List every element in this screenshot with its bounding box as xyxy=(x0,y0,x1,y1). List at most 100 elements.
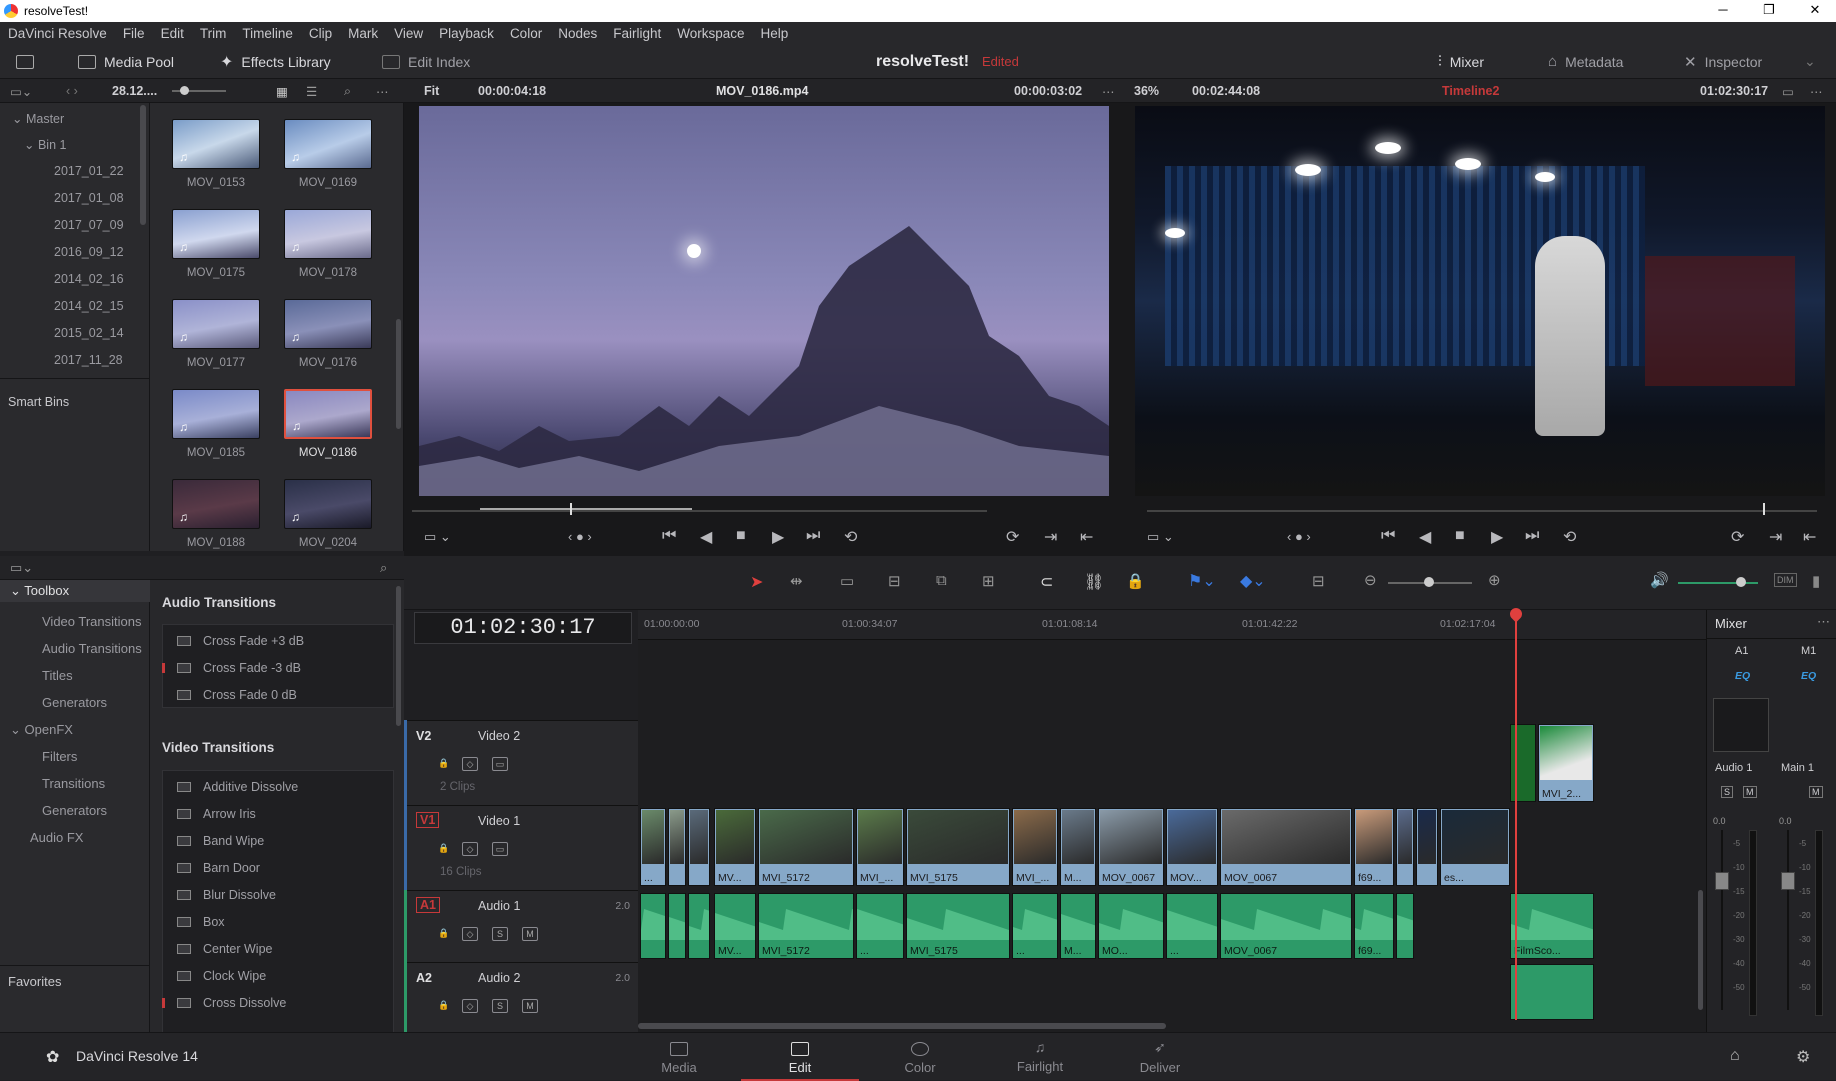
source-frame[interactable] xyxy=(419,106,1109,496)
video-clip[interactable]: MVI_5175 xyxy=(906,808,1010,886)
audio-clip[interactable]: ... xyxy=(1012,893,1058,959)
inspector-button[interactable]: ✕ Inspector xyxy=(1684,44,1762,79)
mark-in-icon[interactable]: ⇥ xyxy=(1044,527,1057,547)
marker-icon[interactable]: ◆⌄ xyxy=(1240,571,1266,591)
track-name[interactable]: Video 2 xyxy=(478,729,520,743)
video-clip[interactable] xyxy=(1510,724,1536,802)
bin-date-4[interactable]: 2014_02_16 xyxy=(54,272,124,286)
media-pool-button[interactable]: Media Pool xyxy=(78,44,174,79)
clip-thumbnail[interactable]: ♫ xyxy=(172,119,260,169)
lock-icon[interactable]: 🔒 xyxy=(436,757,452,771)
search-icon[interactable]: ⌕ xyxy=(344,84,351,99)
stop-icon[interactable]: ■ xyxy=(1455,527,1465,545)
selected-clip-thumbnail[interactable]: ♫ xyxy=(284,389,372,439)
main1-fader[interactable] xyxy=(1781,872,1795,890)
transition-item[interactable]: Barn Door xyxy=(163,854,395,881)
mark-out-icon[interactable]: ⇤ xyxy=(1080,527,1093,547)
track-name[interactable]: Video 1 xyxy=(478,814,520,828)
tree-generators[interactable]: Generators xyxy=(42,695,107,710)
menu-nodes[interactable]: Nodes xyxy=(550,26,605,41)
mark-in-icon[interactable]: ⇥ xyxy=(1769,527,1782,547)
transition-item[interactable]: Cross Fade +3 dB xyxy=(163,627,395,654)
tree-openfx[interactable]: ⌄ OpenFX xyxy=(10,722,73,738)
mark-out-icon[interactable]: ⇤ xyxy=(1803,527,1816,547)
track-name[interactable]: Audio 1 xyxy=(478,899,520,913)
source-zoom[interactable]: Fit xyxy=(424,84,439,98)
bin-date-5[interactable]: 2014_02_15 xyxy=(54,299,124,313)
replace-clip-icon[interactable]: ⊞ xyxy=(982,572,995,590)
menu-clip[interactable]: Clip xyxy=(301,26,340,41)
jog-icon[interactable]: ‹ ● › xyxy=(1287,529,1311,544)
list-view-icon[interactable]: ☰ xyxy=(306,84,317,99)
mixer-solo-button[interactable]: S xyxy=(1721,786,1734,798)
eq-button[interactable]: EQ xyxy=(1801,670,1816,682)
menu-edit[interactable]: Edit xyxy=(153,26,192,41)
source-playhead[interactable] xyxy=(570,503,572,515)
tree-transitions[interactable]: Transitions xyxy=(42,776,105,791)
match-frame-icon[interactable]: ⟳ xyxy=(1731,527,1744,547)
viewer-options-icon[interactable]: ▭ ⌄ xyxy=(1147,529,1174,545)
track-header-v2[interactable]: V2 Video 2 🔒 ◇ ▭ 2 Clips xyxy=(404,720,638,805)
audio-clip[interactable] xyxy=(1510,964,1594,1020)
video-clip[interactable]: MVI_5172 xyxy=(758,808,854,886)
menu-file[interactable]: File xyxy=(115,26,153,41)
record-options-icon[interactable]: ⋯ xyxy=(1810,84,1823,99)
meter-icon[interactable]: ▮ xyxy=(1812,572,1820,590)
video-clip[interactable]: M... xyxy=(1060,808,1096,886)
timeline-timecode[interactable]: 01:02:30:17 xyxy=(414,612,632,644)
mixer-options-icon[interactable]: ⋯ xyxy=(1817,614,1830,630)
thumb-scrollbar[interactable] xyxy=(396,319,401,429)
lock-icon[interactable]: 🔒 xyxy=(436,842,452,856)
solo-button[interactable]: S xyxy=(492,927,508,941)
bin-date-0[interactable]: 2017_01_22 xyxy=(54,164,124,178)
audio-clip[interactable]: FilmSco... xyxy=(1510,893,1594,959)
auto-select-icon[interactable]: ◇ xyxy=(462,757,478,771)
menu-view[interactable]: View xyxy=(386,26,431,41)
bin-date-1[interactable]: 2017_01_08 xyxy=(54,191,124,205)
auto-select-icon[interactable]: ◇ xyxy=(462,999,478,1013)
menu-playback[interactable]: Playback xyxy=(431,26,502,41)
auto-select-icon[interactable]: ◇ xyxy=(462,927,478,941)
panel-collapse-button[interactable]: ⌄ xyxy=(1804,44,1816,79)
eq-button[interactable]: EQ xyxy=(1735,670,1750,682)
transition-item[interactable]: Blur Dissolve xyxy=(163,881,395,908)
jump-end-icon[interactable]: ⏭ xyxy=(806,527,820,545)
menu-timeline[interactable]: Timeline xyxy=(234,26,301,41)
zoom-slider-handle[interactable] xyxy=(1424,577,1434,587)
jump-end-icon[interactable]: ⏭ xyxy=(1525,527,1539,545)
playhead-line[interactable] xyxy=(1515,614,1517,1020)
video-clip[interactable]: f69... xyxy=(1354,808,1394,886)
transitions-scrollbar[interactable] xyxy=(396,586,401,726)
clip-thumbnail[interactable]: ♫ xyxy=(284,209,372,259)
more-options-icon[interactable]: ⋯ xyxy=(376,84,389,99)
clip-thumbnail[interactable]: ♫ xyxy=(284,299,372,349)
video-clip[interactable]: MOV_0067 xyxy=(1098,808,1164,886)
panel-layout-icon[interactable]: ▭⌄ xyxy=(10,560,33,576)
video-clip[interactable]: MOV_0067 xyxy=(1220,808,1352,886)
favorites-header[interactable]: Favorites xyxy=(8,974,61,989)
position-lock-icon[interactable]: 🔒 xyxy=(1126,572,1145,590)
stop-icon[interactable]: ■ xyxy=(736,527,746,545)
transition-item[interactable]: Clock Wipe xyxy=(163,962,395,989)
audio-clip[interactable] xyxy=(1396,893,1414,959)
bin-1[interactable]: ⌄ Bin 1 xyxy=(24,137,66,152)
track-header-a1[interactable]: A1 Audio 1 2.0 🔒 ◇ S M xyxy=(404,890,638,962)
mixer-button[interactable]: ⫶ Mixer xyxy=(1438,44,1484,79)
audio-clip[interactable]: MOV_0067 xyxy=(1220,893,1352,959)
page-deliver[interactable]: ➶ Deliver xyxy=(1101,1033,1219,1081)
video-clip[interactable]: MVI_... xyxy=(856,808,904,886)
audio-clip[interactable]: MO... xyxy=(1098,893,1164,959)
page-color[interactable]: Color xyxy=(861,1033,979,1081)
timeline-viewer-playhead[interactable] xyxy=(1763,503,1765,515)
transition-item[interactable]: Box xyxy=(163,908,395,935)
viewer-mode-icon[interactable]: ▭ xyxy=(1782,84,1794,99)
pan-control[interactable] xyxy=(1713,698,1769,752)
audio-clip[interactable]: MVI_5172 xyxy=(758,893,854,959)
clip-thumbnail[interactable]: ♫ xyxy=(284,119,372,169)
close-button[interactable]: ✕ xyxy=(1792,0,1836,22)
audio-clip[interactable]: MV... xyxy=(714,893,756,959)
timeline-ruler[interactable]: 01:00:00:00 01:00:34:07 01:01:08:14 01:0… xyxy=(638,610,1706,640)
maximize-button[interactable]: ❐ xyxy=(1746,0,1792,22)
play-icon[interactable]: ▶ xyxy=(772,527,784,547)
snapping-icon[interactable]: ⊂ xyxy=(1040,572,1053,592)
